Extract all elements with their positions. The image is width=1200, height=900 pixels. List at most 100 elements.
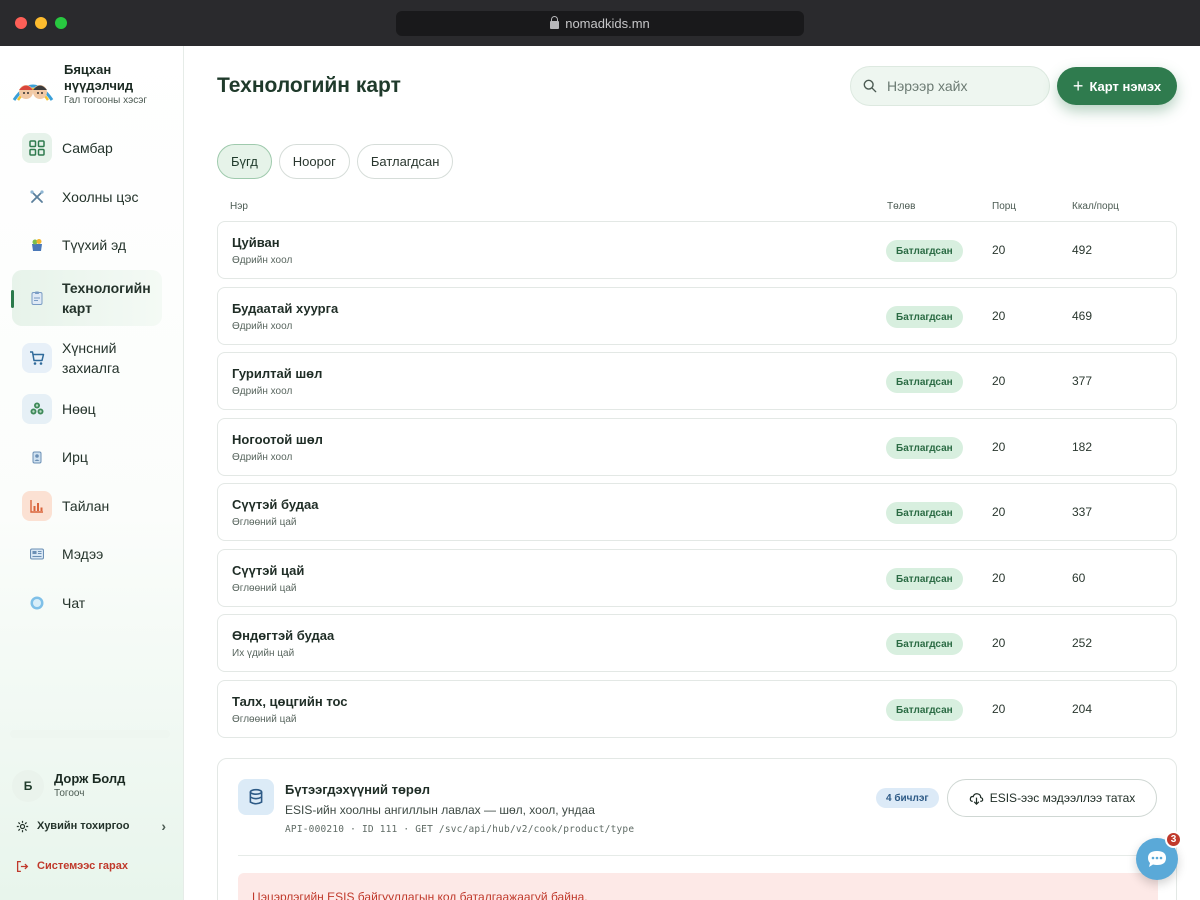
table-row[interactable]: Сүүтэй будаа Өглөөний цай Батлагдсан 20 … (217, 483, 1177, 541)
chart-icon (22, 491, 52, 521)
portion-value: 20 (992, 505, 1006, 519)
table-row[interactable]: Гурилтай шөл Өдрийн хоол Батлагдсан 20 3… (217, 352, 1177, 410)
logout-icon (16, 860, 29, 872)
column-header-name[interactable]: Нэр (230, 201, 248, 212)
kcal-value: 204 (1072, 702, 1093, 716)
dish-name: Цуйван (232, 235, 280, 250)
sidebar-item-label: Мэдээ (62, 546, 104, 562)
table-row[interactable]: Будаатай хуурга Өдрийн хоол Батлагдсан 2… (217, 287, 1177, 345)
kcal-value: 252 (1072, 636, 1093, 650)
column-header-portion[interactable]: Порц (992, 201, 1016, 212)
sidebar-item-stock[interactable]: Нөөц (12, 391, 162, 427)
chevron-right-icon: › (161, 818, 166, 834)
dish-category: Өглөөний цай (232, 583, 297, 594)
sidebar-item-label: Технологийн карт (62, 280, 151, 316)
table-row[interactable]: Цуйван Өдрийн хоол Батлагдсан 20 492 (217, 221, 1177, 279)
status-badge: Батлагдсан (886, 502, 963, 524)
error-alert: Цэцэрлэгийн ESIS байгууллагын код баталг… (238, 873, 1158, 900)
sidebar-item-attendance[interactable]: Ирц (12, 439, 162, 475)
add-card-label: Карт нэмэх (1089, 78, 1162, 94)
status-badge: Батлагдсан (886, 568, 963, 590)
table-row[interactable]: Ногоотой шөл Өдрийн хоол Батлагдсан 20 1… (217, 418, 1177, 476)
sidebar-item-menu[interactable]: Хоолны цэс (12, 179, 162, 215)
utensils-icon (22, 182, 52, 212)
sidebar-item-label: Нөөц (62, 401, 96, 417)
plus-icon: + (1072, 76, 1084, 96)
gear-icon (16, 820, 29, 832)
kcal-value: 492 (1072, 243, 1093, 257)
sidebar-item-food-order[interactable]: Хүнсний захиалга (12, 330, 162, 386)
cart-icon (22, 343, 52, 373)
kcal-value: 377 (1072, 374, 1093, 388)
stock-icon (22, 394, 52, 424)
table-row[interactable]: Өндөгтэй будаа Их үдийн цай Батлагдсан 2… (217, 614, 1177, 672)
table-row[interactable]: Сүүтэй цай Өглөөний цай Батлагдсан 20 60 (217, 549, 1177, 607)
sidebar-item-tech-card[interactable]: Технологийн карт (11, 270, 162, 326)
attendance-icon (22, 442, 52, 472)
sidebar-item-label: Самбар (62, 140, 113, 156)
portion-value: 20 (992, 374, 1006, 388)
sidebar-item-label: Тайлан (62, 498, 110, 514)
dish-name: Өндөгтэй будаа (232, 628, 335, 643)
ingredients-icon (22, 230, 52, 260)
close-window-button[interactable] (15, 17, 27, 29)
logout-button[interactable]: Системээс гарах (16, 856, 166, 876)
panel-description: ESIS-ийн хоолны ангиллын лавлах — шөл, х… (285, 803, 595, 817)
minimize-window-button[interactable] (35, 17, 47, 29)
status-badge: Батлагдсан (886, 371, 963, 393)
api-endpoint: API-000210 · ID 111 · GET /svc/api/hub/v… (285, 824, 635, 835)
filter-draft[interactable]: Ноорог (278, 144, 350, 179)
sidebar-item-label: Ирц (62, 449, 88, 465)
user-role: Тогооч (54, 788, 85, 799)
avatar: Б (12, 770, 44, 802)
sidebar-item-label: Хоолны цэс (62, 189, 139, 205)
filter-chips: Бүгд Ноорог Батлагдсан (217, 144, 454, 179)
personal-settings-link[interactable]: Хувийн тохиргоо › (16, 816, 166, 836)
lock-icon (550, 16, 560, 29)
column-header-status[interactable]: Төлөв (887, 201, 915, 212)
column-header-kcal[interactable]: Ккал/порц (1072, 201, 1119, 212)
cloud-download-icon (969, 792, 983, 805)
user-profile[interactable]: Б Дорж Болд Тогооч (12, 768, 172, 804)
sidebar-item-news[interactable]: Мэдээ (12, 536, 162, 572)
brand-subtitle: Гал тогооны хэсэг (64, 95, 148, 106)
sidebar-item-ingredients[interactable]: Түүхий эд (12, 227, 162, 263)
add-card-button[interactable]: + Карт нэмэх (1057, 67, 1177, 105)
clipboard-icon (22, 283, 52, 313)
dish-category: Их үдийн цай (232, 648, 295, 659)
search-box[interactable] (850, 66, 1050, 106)
brand-logo-icon (12, 84, 54, 101)
fetch-esis-button[interactable]: ESIS-ээс мэдээллээ татах (947, 779, 1157, 817)
sidebar-item-dashboard[interactable]: Самбар (12, 130, 162, 166)
search-input[interactable] (887, 78, 1037, 94)
sidebar-item-label: Түүхий эд (62, 237, 127, 253)
brand-title: Бяцхан нүүдэлчид (64, 62, 134, 93)
record-count-badge: 4 бичлэг (876, 788, 939, 808)
sidebar-item-chat[interactable]: Чат (12, 585, 162, 621)
kcal-value: 469 (1072, 309, 1093, 323)
sidebar-item-report[interactable]: Тайлан (12, 488, 162, 524)
table-header: Нэр Төлөв Порц Ккал/порц (217, 201, 1177, 215)
dish-name: Ногоотой шөл (232, 432, 323, 447)
maximize-window-button[interactable] (55, 17, 67, 29)
dish-name: Сүүтэй цай (232, 563, 305, 578)
kcal-value: 182 (1072, 440, 1093, 454)
brand[interactable]: Бяцхан нүүдэлчид Гал тогооны хэсэг (10, 62, 180, 112)
kcal-value: 60 (1072, 571, 1086, 585)
status-badge: Батлагдсан (886, 437, 963, 459)
dish-name: Сүүтэй будаа (232, 497, 319, 512)
dish-category: Өдрийн хоол (232, 452, 293, 463)
address-bar[interactable]: nomadkids.mn (396, 11, 804, 36)
settings-label: Хувийн тохиргоо (37, 820, 130, 832)
filter-all[interactable]: Бүгд (217, 144, 272, 179)
portion-value: 20 (992, 309, 1006, 323)
sidebar-item-label: Хүнсний захиалга (62, 340, 120, 376)
fetch-esis-label: ESIS-ээс мэдээллээ татах (989, 791, 1136, 805)
table-row[interactable]: Талх, цөцгийн тос Өглөөний цай Батлагдса… (217, 680, 1177, 738)
dish-name: Гурилтай шөл (232, 366, 323, 381)
page-title: Технологийн карт (217, 74, 401, 97)
portion-value: 20 (992, 440, 1006, 454)
status-badge: Батлагдсан (886, 240, 963, 262)
dish-name: Талх, цөцгийн тос (232, 694, 348, 709)
filter-approved[interactable]: Батлагдсан (356, 144, 454, 179)
